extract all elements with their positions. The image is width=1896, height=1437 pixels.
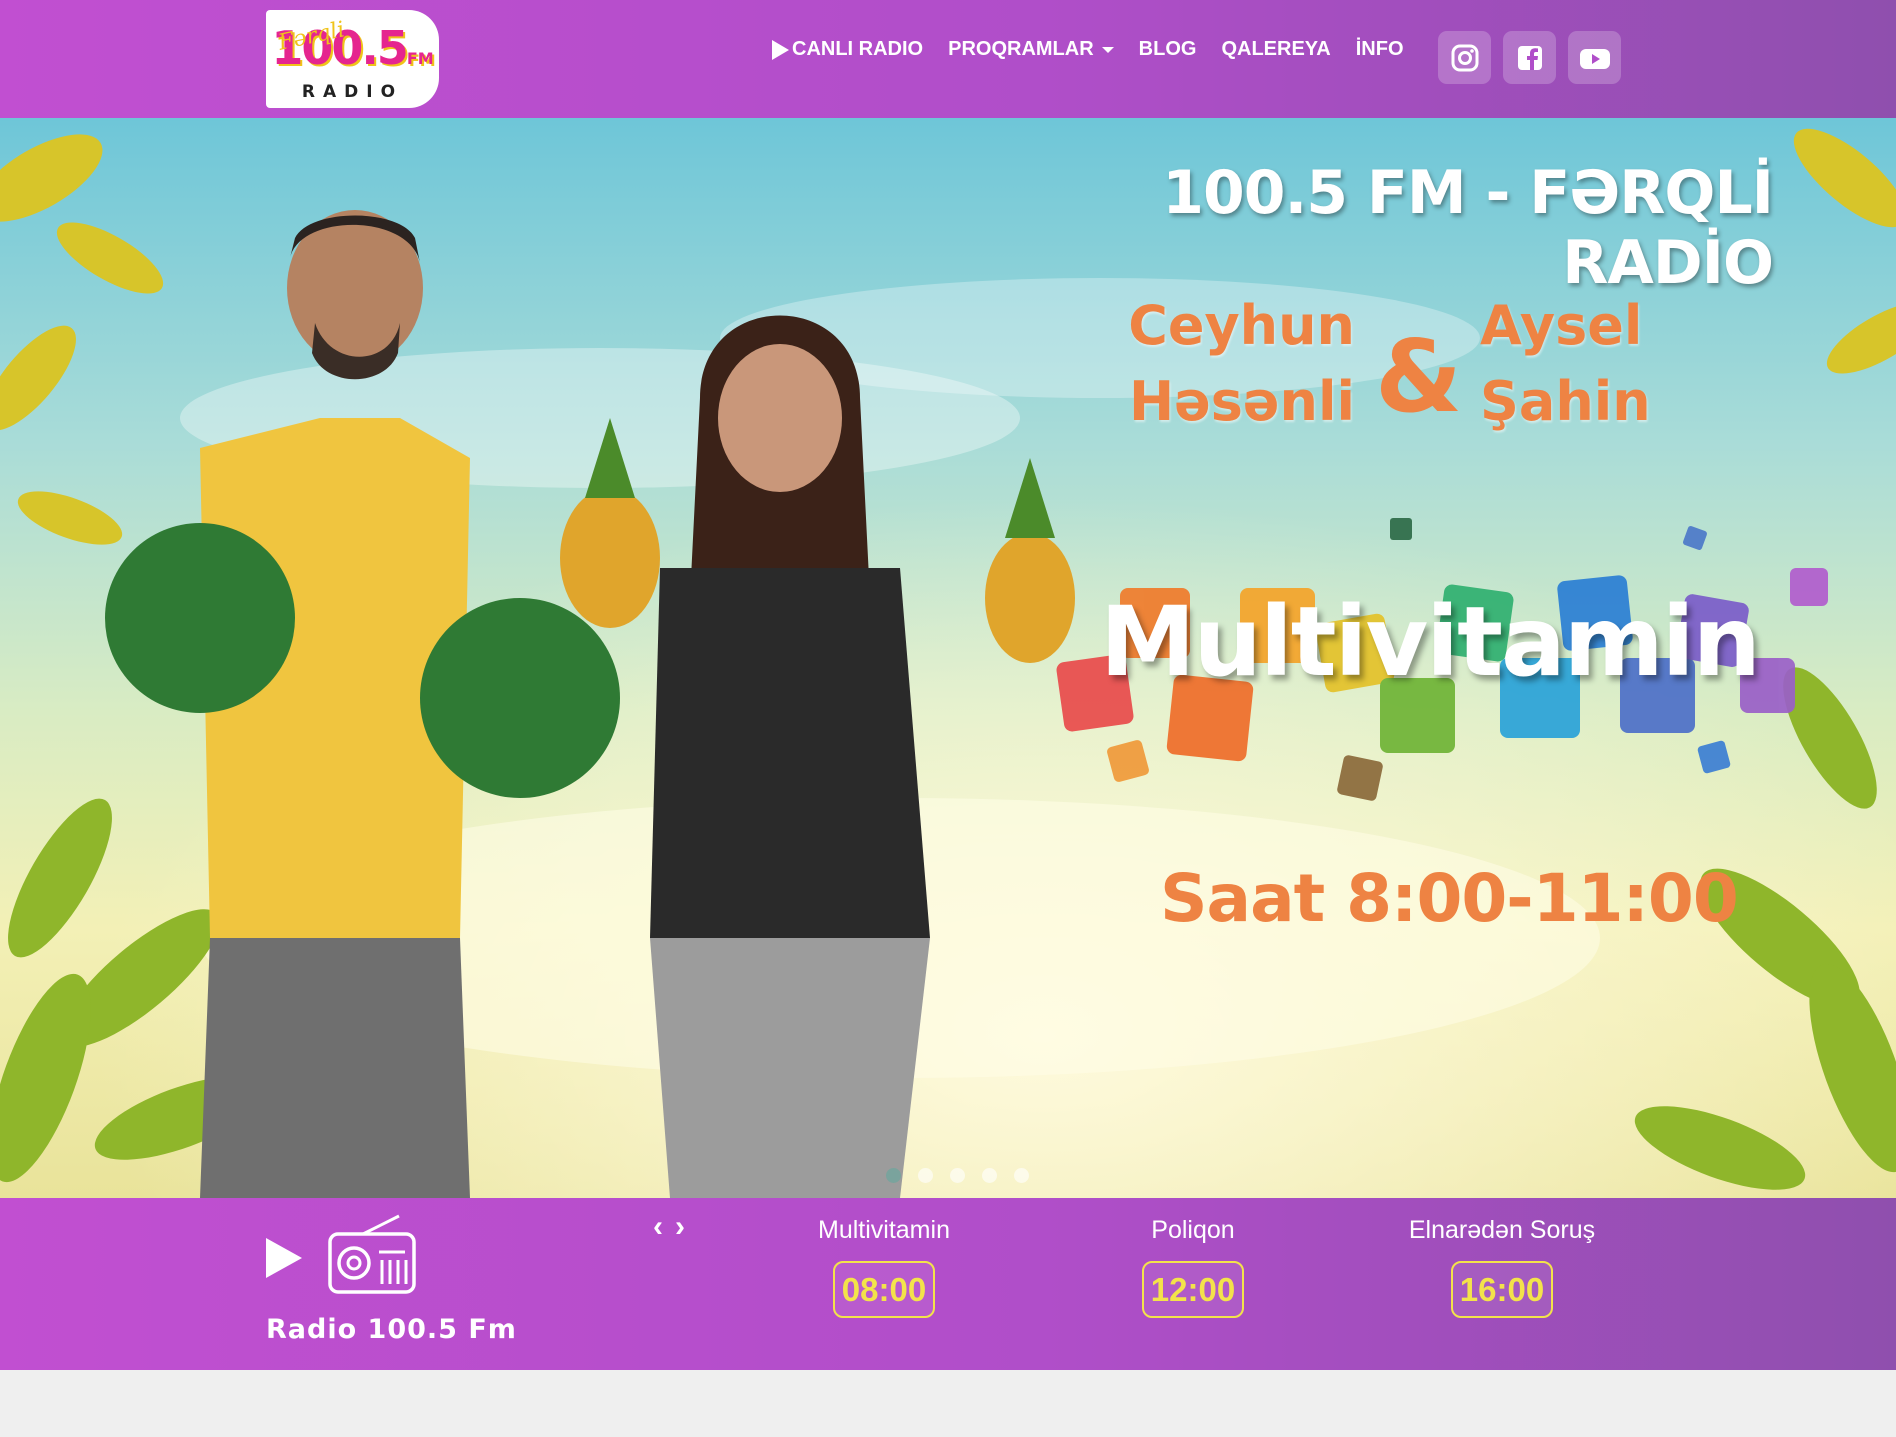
youtube-button[interactable] <box>1568 31 1621 84</box>
schedule-item-time: 08:00 <box>832 1261 936 1318</box>
carousel-indicator-3[interactable] <box>950 1168 965 1183</box>
nav-gallery[interactable]: QALEREYA <box>1221 38 1330 61</box>
schedule-next-button[interactable]: › <box>675 1212 685 1242</box>
instagram-icon <box>1451 44 1478 71</box>
hero-show-title: Multivitamin <box>1100 586 1761 698</box>
logo-radio-text: RADIO <box>301 81 404 102</box>
schedule-item[interactable]: Poliqon 12:00 <box>1073 1216 1313 1318</box>
social-links <box>1438 31 1621 84</box>
radio-player-bar: Radio 100.5 Fm ‹ › Multivitamin 08:00 Po… <box>0 1198 1896 1370</box>
nav-programs-dropdown[interactable]: PROQRAMLAR <box>948 38 1114 61</box>
navbar: Fərqli 100.5FM RADIO CANLI RADIO PROQRAM… <box>0 0 1896 118</box>
nav-live-radio[interactable]: CANLI RADIO <box>772 38 923 61</box>
schedule-item[interactable]: Multivitamin 08:00 <box>764 1216 1004 1318</box>
nav-blog[interactable]: BLOG <box>1139 38 1197 61</box>
nav-info[interactable]: İNFO <box>1356 38 1404 61</box>
nav-programs-label: PROQRAMLAR <box>948 38 1094 60</box>
schedule-item-name: Elnarədən Soruş <box>1408 1216 1596 1244</box>
carousel-indicator-5[interactable] <box>1014 1168 1029 1183</box>
facebook-icon <box>1517 45 1542 70</box>
hero-title: 100.5 FM - FƏRQLİ RADİO <box>1162 158 1774 298</box>
play-icon <box>772 39 789 60</box>
radio-icon <box>328 1214 416 1294</box>
hero-ampersand: & <box>1375 318 1463 435</box>
schedule-prev-button[interactable]: ‹ <box>653 1212 663 1242</box>
instagram-button[interactable] <box>1438 31 1491 84</box>
youtube-icon <box>1579 48 1610 69</box>
play-stream-button[interactable] <box>266 1238 302 1278</box>
hero-show-time: Saat 8:00-11:00 <box>1160 860 1739 937</box>
host2-name: Aysel Şahin <box>1480 288 1700 440</box>
host1-name: Ceyhun Həsənli <box>1125 288 1355 440</box>
hero-carousel[interactable]: 100.5 FM - FƏRQLİ RADİO Ceyhun Həsənli &… <box>0 118 1896 1198</box>
facebook-button[interactable] <box>1503 31 1556 84</box>
carousel-indicator-2[interactable] <box>918 1168 933 1183</box>
station-name: Radio 100.5 Fm <box>266 1314 517 1345</box>
schedule-nav: ‹ › <box>653 1212 685 1242</box>
carousel-indicators <box>886 1168 1029 1183</box>
carousel-indicator-1[interactable] <box>886 1168 901 1183</box>
caret-down-icon <box>1101 46 1114 53</box>
carousel-indicator-4[interactable] <box>982 1168 997 1183</box>
schedule-item-name: Poliqon <box>1151 1216 1235 1244</box>
schedule-item[interactable]: Elnarədən Soruş 16:00 <box>1382 1216 1622 1318</box>
main-nav: CANLI RADIO PROQRAMLAR BLOG QALEREYA İNF… <box>772 38 1429 61</box>
nav-live-radio-label: CANLI RADIO <box>792 38 924 60</box>
schedule-item-name: Multivitamin <box>818 1216 950 1244</box>
host2-last-name: Şahin <box>1480 370 1651 433</box>
schedule-item-time: 16:00 <box>1450 1261 1554 1318</box>
schedule-item-time: 12:00 <box>1141 1261 1245 1318</box>
host1-first-name: Ceyhun <box>1128 294 1355 357</box>
host2-first-name: Aysel <box>1480 294 1643 357</box>
host1-last-name: Həsənli <box>1128 370 1355 433</box>
site-logo[interactable]: Fərqli 100.5FM RADIO <box>266 10 439 108</box>
